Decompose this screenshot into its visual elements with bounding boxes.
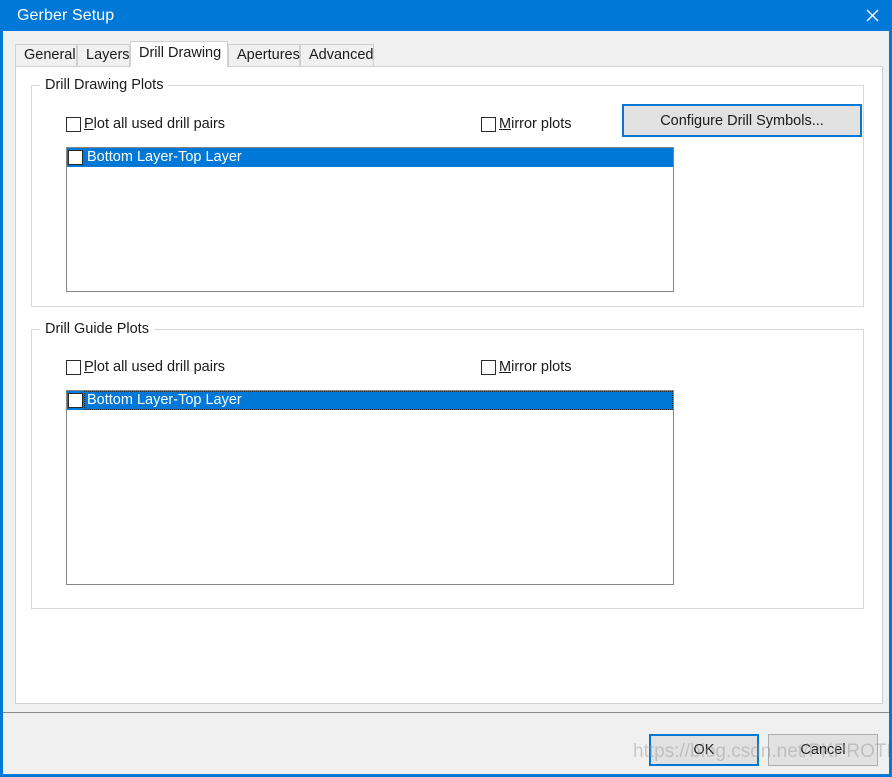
- mirror-plots-label-guide: Mirror plots: [499, 359, 572, 375]
- group-drill-drawing-plots-label: Drill Drawing Plots: [40, 77, 169, 94]
- checkbox-box: [66, 360, 81, 375]
- tab-content-panel: Drill Drawing Plots Plot all used drill …: [15, 66, 883, 704]
- list-item[interactable]: Bottom Layer-Top Layer: [67, 391, 673, 410]
- group-drill-guide-plots: Drill Guide Plots Plot all used drill pa…: [31, 321, 864, 609]
- mirror-plots-checkbox-drawing[interactable]: Mirror plots: [481, 116, 572, 133]
- accel-letter: M: [499, 359, 512, 375]
- drill-guide-plots-listbox[interactable]: Bottom Layer-Top Layer: [66, 390, 674, 585]
- list-item-label: Bottom Layer-Top Layer: [87, 392, 242, 408]
- group-drill-guide-plots-label: Drill Guide Plots: [40, 321, 154, 338]
- window-title: Gerber Setup: [17, 7, 115, 24]
- footer-bar: OK Cancel: [3, 713, 889, 774]
- tab-apertures-label: Apertures: [237, 47, 300, 63]
- checkbox-box: [481, 117, 496, 132]
- tab-drill-drawing-label: Drill Drawing: [139, 45, 222, 61]
- configure-drill-symbols-button[interactable]: Configure Drill Symbols...: [622, 104, 862, 137]
- mirror-plots-label-drawing: Mirror plots: [499, 116, 572, 132]
- tab-apertures[interactable]: Apertures: [228, 44, 300, 66]
- ok-button-label: OK: [693, 742, 715, 758]
- title-bar: Gerber Setup: [3, 0, 889, 31]
- plot-all-drill-pairs-checkbox-drawing[interactable]: Plot all used drill pairs: [66, 116, 225, 133]
- plot-all-drill-pairs-label-guide: Plot all used drill pairs: [84, 359, 226, 375]
- tab-advanced-label: Advanced: [309, 47, 374, 63]
- checkbox-box: [66, 117, 81, 132]
- list-item-checkbox[interactable]: [68, 150, 83, 165]
- close-icon: [866, 9, 879, 22]
- close-button[interactable]: [849, 0, 889, 31]
- plot-all-drill-pairs-label-drawing: Plot all used drill pairs: [84, 116, 226, 132]
- tab-advanced[interactable]: Advanced: [300, 44, 374, 66]
- cancel-button-label: Cancel: [800, 742, 846, 758]
- configure-drill-symbols-label: Configure Drill Symbols...: [660, 112, 824, 129]
- tab-drill-drawing[interactable]: Drill Drawing: [130, 41, 228, 67]
- list-item[interactable]: Bottom Layer-Top Layer: [67, 148, 673, 167]
- mirror-plots-checkbox-guide[interactable]: Mirror plots: [481, 359, 572, 376]
- list-item-label: Bottom Layer-Top Layer: [87, 149, 242, 165]
- gerber-setup-dialog: Gerber Setup General Layers Drill Drawin…: [0, 0, 892, 777]
- ok-button[interactable]: OK: [649, 734, 759, 766]
- tab-layers-label: Layers: [86, 47, 130, 63]
- tab-general-label: General: [24, 47, 76, 63]
- accel-letter: P: [84, 116, 94, 132]
- list-item-checkbox[interactable]: [68, 393, 83, 408]
- tab-strip: General Layers Drill Drawing Apertures A…: [15, 41, 883, 67]
- accel-letter: M: [499, 116, 512, 132]
- group-drill-drawing-plots: Drill Drawing Plots Plot all used drill …: [31, 77, 864, 307]
- tab-general[interactable]: General: [15, 44, 77, 66]
- cancel-button[interactable]: Cancel: [768, 734, 878, 766]
- drill-drawing-plots-listbox[interactable]: Bottom Layer-Top Layer: [66, 147, 674, 292]
- plot-all-drill-pairs-checkbox-guide[interactable]: Plot all used drill pairs: [66, 359, 225, 376]
- tab-layers[interactable]: Layers: [77, 44, 130, 66]
- checkbox-box: [481, 360, 496, 375]
- accel-letter: P: [84, 359, 94, 375]
